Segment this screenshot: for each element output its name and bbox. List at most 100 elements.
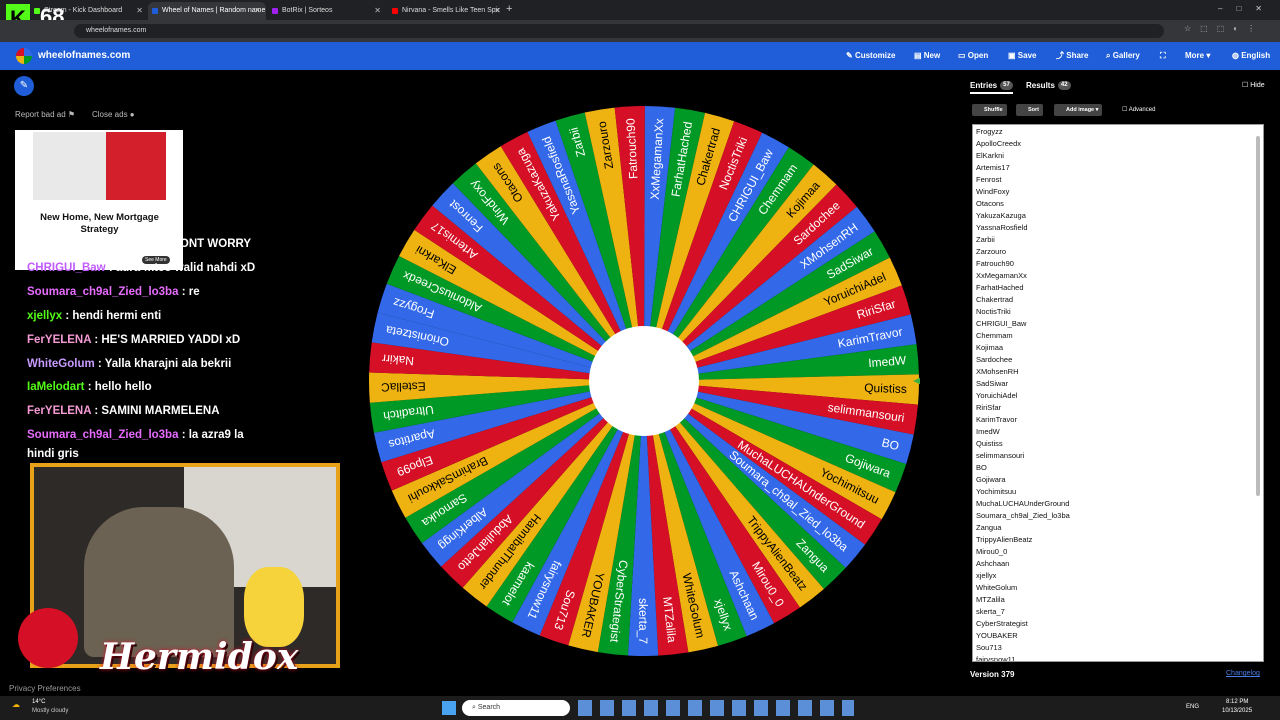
chat-username[interactable]: IaMelodart [27,381,85,393]
entry-line[interactable]: Frogyzz [976,127,1003,136]
report-bad-ad-link[interactable]: Report bad ad ⚑ [15,110,75,119]
taskbar-search[interactable]: ⌕ Search [462,700,570,716]
close-icon[interactable]: ✕ [136,2,143,20]
chat-username[interactable]: WhiteGolum [27,358,95,370]
wheel-container[interactable]: Frogyzz AldoniusCreedx ElKarkni Artemis17 Fe… [368,103,943,659]
share-button[interactable]: ⤴ Share [1056,42,1088,70]
start-icon[interactable] [442,701,456,715]
entry-line[interactable]: XMohsenRH [976,367,1019,376]
taskbar-apps[interactable] [578,700,854,716]
entry-line[interactable]: Artemis17 [976,163,1010,172]
close-icon[interactable]: ✕ [494,2,501,20]
wheel-favicon [152,8,158,14]
entry-line[interactable]: Gojiwara [976,475,1006,484]
entry-line[interactable]: ApolloCreedx [976,139,1021,148]
entry-line[interactable]: WhiteGolum [976,583,1017,592]
entries-scrollbar[interactable] [1256,136,1260,496]
entry-line[interactable]: xjellyx [976,571,996,580]
entry-line[interactable]: KarimTravor [976,415,1017,424]
entries-textarea[interactable]: Frogyzz ApolloCreedx ElKarkni Artemis17 Fenr… [972,124,1264,662]
entry-line[interactable]: NoctisTriki [976,307,1011,316]
fullscreen-icon[interactable]: ⛶ [1160,42,1166,70]
input-language[interactable]: ENG [1186,704,1199,710]
entry-line[interactable]: Yochimitsuu [976,487,1016,496]
entry-line[interactable]: Soumara_ch9al_Zied_lo3ba [976,511,1070,520]
entry-line[interactable]: Chakertrad [976,295,1013,304]
entry-line[interactable]: Mirou0_0 [976,547,1007,556]
chat-username[interactable]: Soumara_ch9al_Zied_lo3ba [27,286,178,298]
entry-line[interactable]: RiriSfar [976,403,1001,412]
entry-line[interactable]: MuchaLUCHAUnderGround [976,499,1069,508]
browser-toolbar-icons[interactable]: ☆⬚⬚◐⋮ [1184,24,1264,33]
close-ads-link[interactable]: Close ads ● [92,110,135,119]
brand-title[interactable]: wheelofnames.com [38,42,130,70]
entry-line[interactable]: CHRIGUI_Baw [976,319,1026,328]
tab-botrix[interactable]: BotRix | Sorteos ✕ [268,2,386,20]
close-icon[interactable]: ✕ [374,2,381,20]
entry-line[interactable]: FarhatHached [976,283,1024,292]
entry-line[interactable]: Chemmam [976,331,1013,340]
entry-line[interactable]: YoruichiAdel [976,391,1017,400]
privacy-preferences-link[interactable]: Privacy Preferences [9,684,81,693]
tab-results[interactable]: Results 42 [1026,80,1071,92]
weather-temp[interactable]: 14°C [32,699,45,705]
chat-text: GIRLZ LOVE YOU HERMY DONT WORRY [27,238,252,250]
entry-line[interactable]: TrippyAlienBeatz [976,535,1032,544]
entry-line[interactable]: MTZalila [976,595,1005,604]
shuffle-button[interactable]: Shuffle [972,104,1007,116]
entry-line[interactable]: Zarbii [976,235,995,244]
tab-kick[interactable]: Stream - Kick Dashboard ✕ [30,2,148,20]
sort-button[interactable]: Sort [1016,104,1043,116]
entry-line[interactable]: SadSiwar [976,379,1008,388]
entry-line[interactable]: Ashchaan [976,559,1009,568]
entry-line[interactable]: YOUBAKER [976,631,1018,640]
entry-line[interactable]: ImedW [976,427,1000,436]
more-menu[interactable]: More ▾ [1185,42,1210,70]
hide-checkbox[interactable]: ☐ Hide [1242,80,1265,92]
changelog-link[interactable]: Changelog [1226,670,1260,677]
close-icon[interactable]: ✕ [254,2,261,20]
entry-line[interactable]: Fatrouch90 [976,259,1014,268]
entry-line[interactable]: Otacons [976,199,1004,208]
chat-username[interactable]: FerYELENA [27,405,91,417]
gallery-button[interactable]: ⌕ Gallery [1106,42,1140,70]
entry-line[interactable]: selimmansouri [976,451,1024,460]
new-tab-button[interactable]: + [506,3,512,15]
spin-wheel[interactable]: FrogyzzAldoniusCreedxElKarkniArtemis17Fe… [368,103,943,659]
entry-line[interactable]: Zarzouro [976,247,1006,256]
entry-line[interactable]: Kojimaa [976,343,1003,352]
entry-line[interactable]: YakuzaKazuga [976,211,1026,220]
entry-line[interactable]: YassnaRosfield [976,223,1028,232]
tab-entries[interactable]: Entries 57 [970,80,1013,94]
edit-pencil-icon[interactable]: ✎ [14,76,34,96]
entry-line[interactable]: skerta_7 [976,607,1005,616]
entry-line[interactable]: fairysnow11 [976,655,1015,661]
customize-button[interactable]: ✎ Customize [846,42,895,70]
entry-line[interactable]: Zangua [976,523,1001,532]
entry-line[interactable]: BO [976,463,987,472]
entry-line[interactable]: Sardochee [976,355,1012,364]
entry-line[interactable]: Quistiss [976,439,1003,448]
entry-line[interactable]: ElKarkni [976,151,1004,160]
url-field[interactable]: wheelofnames.com [74,24,1164,38]
entry-line[interactable]: CyberStrategist [976,619,1028,628]
entry-line[interactable]: Fenrost [976,175,1001,184]
window-controls[interactable]: –□✕ [1218,4,1276,13]
add-image-button[interactable]: Add image ▾ [1054,104,1103,116]
chat-username[interactable]: CHRIGUI_Baw [27,262,106,274]
wheel-center[interactable] [589,326,699,436]
entry-line[interactable]: WindFoxy [976,187,1009,196]
tab-wheel[interactable]: Wheel of Names | Random name ✕ [148,2,266,20]
clock-time[interactable]: 8:12 PM [1226,699,1248,705]
save-button[interactable]: ▣ Save [1008,42,1036,70]
open-button[interactable]: ▭ Open [958,42,988,70]
advanced-checkbox[interactable]: ☐ Advanced [1122,104,1155,116]
chat-username[interactable]: Soumara_ch9al_Zied_lo3ba [27,429,178,441]
new-button[interactable]: ▤ New [914,42,940,70]
tab-youtube[interactable]: Nirvana - Smells Like Teen Spir ✕ [388,2,506,20]
language-button[interactable]: ◍ English [1232,42,1270,70]
chat-username[interactable]: xjellyx [27,310,62,322]
chat-username[interactable]: FerYELENA [27,334,91,346]
entry-line[interactable]: XxMegamanXx [976,271,1027,280]
entry-line[interactable]: Sou713 [976,643,1002,652]
